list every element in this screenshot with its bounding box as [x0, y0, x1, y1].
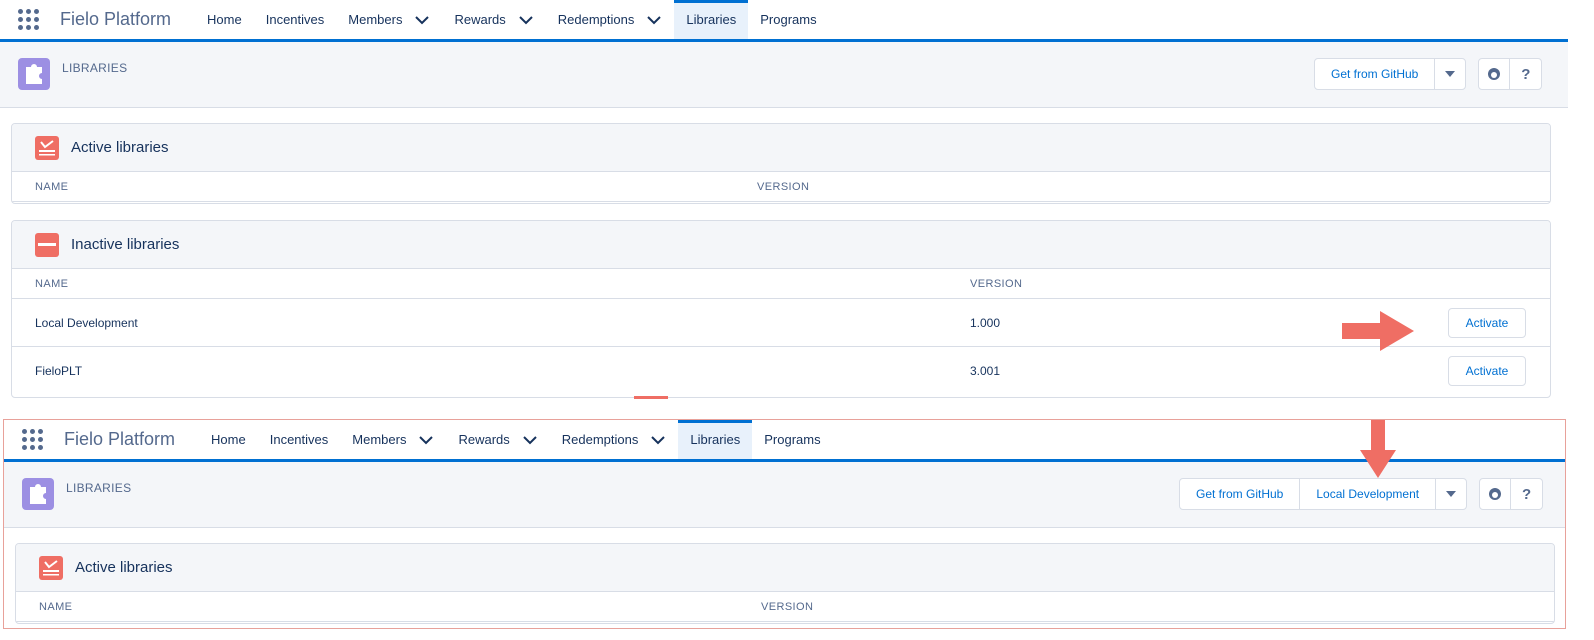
app-launcher-icon[interactable] [22, 428, 44, 451]
library-name: Local Development [35, 315, 138, 330]
page-header: LIBRARIES Get from GitHub Local Developm… [4, 462, 1565, 528]
active-libraries-card: Active libraries NAME VERSION [15, 543, 1555, 624]
nav-item-home[interactable]: Home [199, 420, 258, 459]
library-version: 3.001 [970, 364, 1001, 378]
nav-item-label: Redemptions [557, 12, 635, 27]
arrow-right-icon [1342, 311, 1414, 351]
checklist-icon [35, 135, 59, 160]
checklist-icon [39, 555, 63, 580]
dropdown-button[interactable] [1436, 479, 1466, 509]
chevron-down-icon[interactable] [650, 435, 666, 445]
header-actions: Get from GitHub Local Development ? [1179, 478, 1544, 510]
column-header-name: NAME [35, 277, 69, 290]
app-name: Fielo Platform [64, 429, 176, 449]
nav-item-libraries[interactable]: Libraries [674, 0, 749, 39]
nav-item-label: Incentives [269, 432, 329, 447]
chevron-down-icon[interactable] [414, 15, 430, 25]
nav-item-rewards[interactable]: Rewards [446, 420, 549, 459]
nav-item-incentives[interactable]: Incentives [254, 0, 337, 39]
utility-button-group: ? [1479, 478, 1544, 510]
page-header: LIBRARIES Get from GitHub ? [0, 42, 1568, 108]
nav-item-members[interactable]: Members [340, 420, 446, 459]
nav-item-label: Redemptions [561, 432, 639, 447]
table-header: NAME VERSION [16, 592, 1554, 622]
chevron-down-icon[interactable] [518, 15, 534, 25]
minus-icon [35, 232, 59, 257]
page-title: LIBRARIES [66, 481, 132, 495]
dropdown-button[interactable] [1435, 59, 1465, 89]
arrow-down-icon [1360, 420, 1396, 478]
global-nav: Fielo Platform Home Incentives Members R… [4, 420, 1565, 462]
card-header: Active libraries [16, 544, 1554, 592]
nav-item-incentives[interactable]: Incentives [258, 420, 341, 459]
nav-item-label: Programs [760, 12, 817, 27]
library-name: FieloPLT [35, 364, 83, 378]
app-launcher-icon[interactable] [18, 8, 40, 31]
nav-item-label: Incentives [265, 12, 325, 27]
nav-item-label: Home [207, 12, 242, 27]
card-header: Inactive libraries [12, 221, 1550, 269]
nav-item-programs[interactable]: Programs [752, 420, 832, 459]
nav-item-home[interactable]: Home [195, 0, 254, 39]
chevron-down-icon[interactable] [522, 435, 538, 445]
header-actions: Get from GitHub ? [1314, 58, 1543, 90]
chevron-down-icon[interactable] [418, 435, 434, 445]
nav-item-members[interactable]: Members [336, 0, 442, 39]
help-icon[interactable]: ? [1510, 59, 1541, 89]
nav-item-label: Members [348, 12, 403, 27]
column-header-name: NAME [39, 600, 73, 613]
card-title: Active libraries [71, 139, 169, 156]
utility-button-group: ? [1478, 58, 1543, 90]
caret-down-icon [1446, 491, 1457, 497]
nav-item-label: Members [352, 432, 407, 447]
nav-item-label: Libraries [690, 432, 741, 447]
activate-button[interactable]: Activate [1448, 356, 1526, 386]
screenshot-after: Fielo Platform Home Incentives Members R… [3, 419, 1566, 629]
get-from-github-button[interactable]: Get from GitHub [1180, 479, 1301, 509]
column-header-version: VERSION [757, 180, 810, 193]
nav-item-label: Rewards [454, 12, 506, 27]
table-row: FieloPLT 3.001 Activate [12, 347, 1550, 395]
user-icon[interactable] [1480, 479, 1512, 509]
table-header: NAME VERSION [12, 172, 1550, 202]
nav-item-libraries[interactable]: Libraries [678, 420, 753, 459]
chevron-down-icon[interactable] [646, 15, 662, 25]
app-name: Fielo Platform [60, 9, 172, 29]
card-title: Inactive libraries [71, 236, 180, 253]
screenshot-before: Fielo Platform Home Incentives Members R… [0, 0, 1568, 399]
card-title: Active libraries [75, 559, 173, 576]
activate-button[interactable]: Activate [1448, 307, 1526, 338]
nav-item-label: Home [211, 432, 246, 447]
page-title: LIBRARIES [62, 61, 128, 75]
nav-item-redemptions[interactable]: Redemptions [550, 420, 679, 459]
nav-item-label: Libraries [686, 12, 737, 27]
github-button-group: Get from GitHub [1314, 58, 1467, 90]
table-row: Local Development 1.000 Activate [12, 299, 1550, 347]
card-header: Active libraries [12, 124, 1550, 172]
column-header-version: VERSION [761, 600, 814, 613]
nav-item-rewards[interactable]: Rewards [442, 0, 545, 39]
divider [634, 396, 668, 399]
get-from-github-button[interactable]: Get from GitHub [1315, 59, 1436, 89]
library-version: 1.000 [970, 315, 1001, 330]
user-icon[interactable] [1479, 59, 1511, 89]
active-libraries-card: Active libraries NAME VERSION [11, 123, 1551, 204]
local-development-button[interactable]: Local Development [1300, 479, 1437, 509]
column-header-name: NAME [35, 180, 69, 193]
nav-item-redemptions[interactable]: Redemptions [546, 0, 675, 39]
nav-item-label: Rewards [458, 432, 510, 447]
github-button-group: Get from GitHub Local Development [1179, 478, 1468, 510]
help-icon[interactable]: ? [1511, 479, 1542, 509]
nav-item-programs[interactable]: Programs [748, 0, 828, 39]
puzzle-icon [18, 58, 50, 90]
inactive-libraries-card: Inactive libraries NAME VERSION Local De… [11, 220, 1551, 398]
column-header-version: VERSION [970, 277, 1023, 290]
global-nav: Fielo Platform Home Incentives Members R… [0, 0, 1568, 42]
table-header: NAME VERSION [12, 269, 1550, 299]
nav-item-label: Programs [764, 432, 821, 447]
caret-down-icon [1445, 71, 1456, 77]
puzzle-icon [22, 478, 54, 510]
